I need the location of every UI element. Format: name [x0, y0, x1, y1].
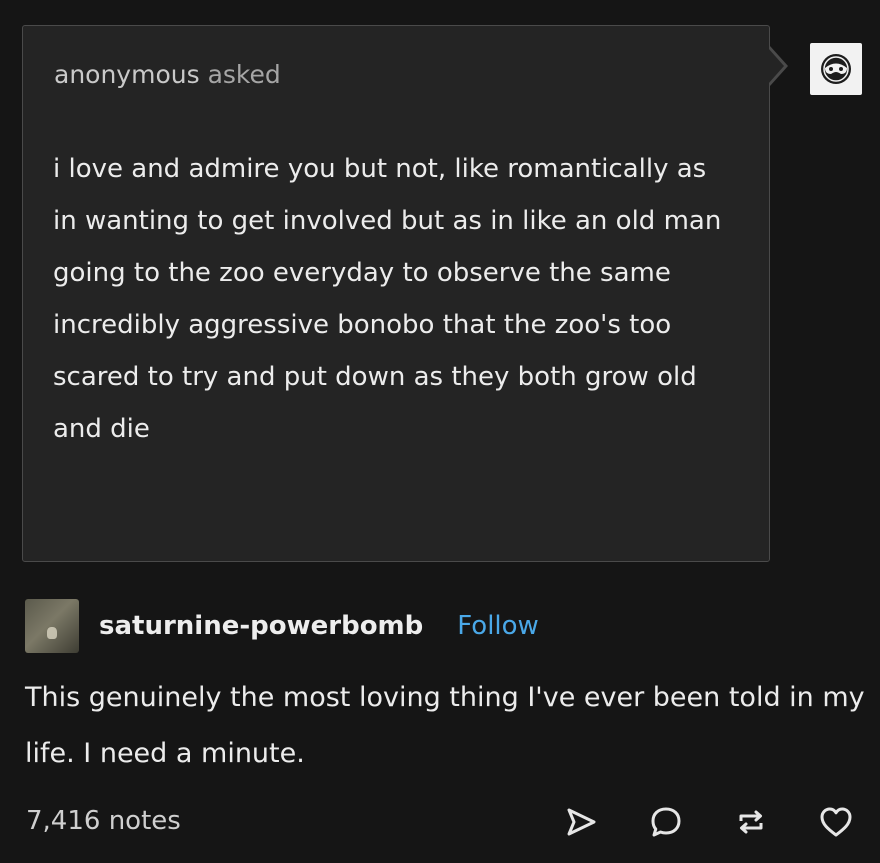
notes-count[interactable]: 7,416 notes — [26, 806, 181, 836]
post-actions — [563, 804, 854, 840]
asker-name[interactable]: anonymous — [54, 60, 200, 89]
ask-box: anonymous asked i love and admire you bu… — [22, 25, 770, 562]
heart-icon[interactable] — [818, 804, 854, 840]
reply-bubble-icon[interactable] — [648, 804, 684, 840]
reply-text: This genuinely the most loving thing I'v… — [25, 682, 865, 769]
post-header: saturnine-powerbomb Follow — [25, 598, 539, 654]
blog-avatar[interactable] — [25, 599, 79, 653]
anonymous-avatar[interactable] — [810, 43, 862, 95]
tumblr-post: anonymous asked i love and admire you bu… — [0, 0, 880, 863]
follow-button[interactable]: Follow — [457, 611, 539, 641]
ask-question: i love and admire you but not, like roma… — [53, 154, 722, 444]
share-icon[interactable] — [563, 804, 599, 840]
anonymous-mask-icon — [821, 54, 851, 84]
ask-tail-fill — [768, 48, 784, 84]
reblog-icon[interactable] — [733, 804, 769, 840]
asker-line: anonymous asked — [54, 60, 281, 89]
asked-label: asked — [207, 60, 281, 89]
blog-name[interactable]: saturnine-powerbomb — [99, 611, 423, 641]
